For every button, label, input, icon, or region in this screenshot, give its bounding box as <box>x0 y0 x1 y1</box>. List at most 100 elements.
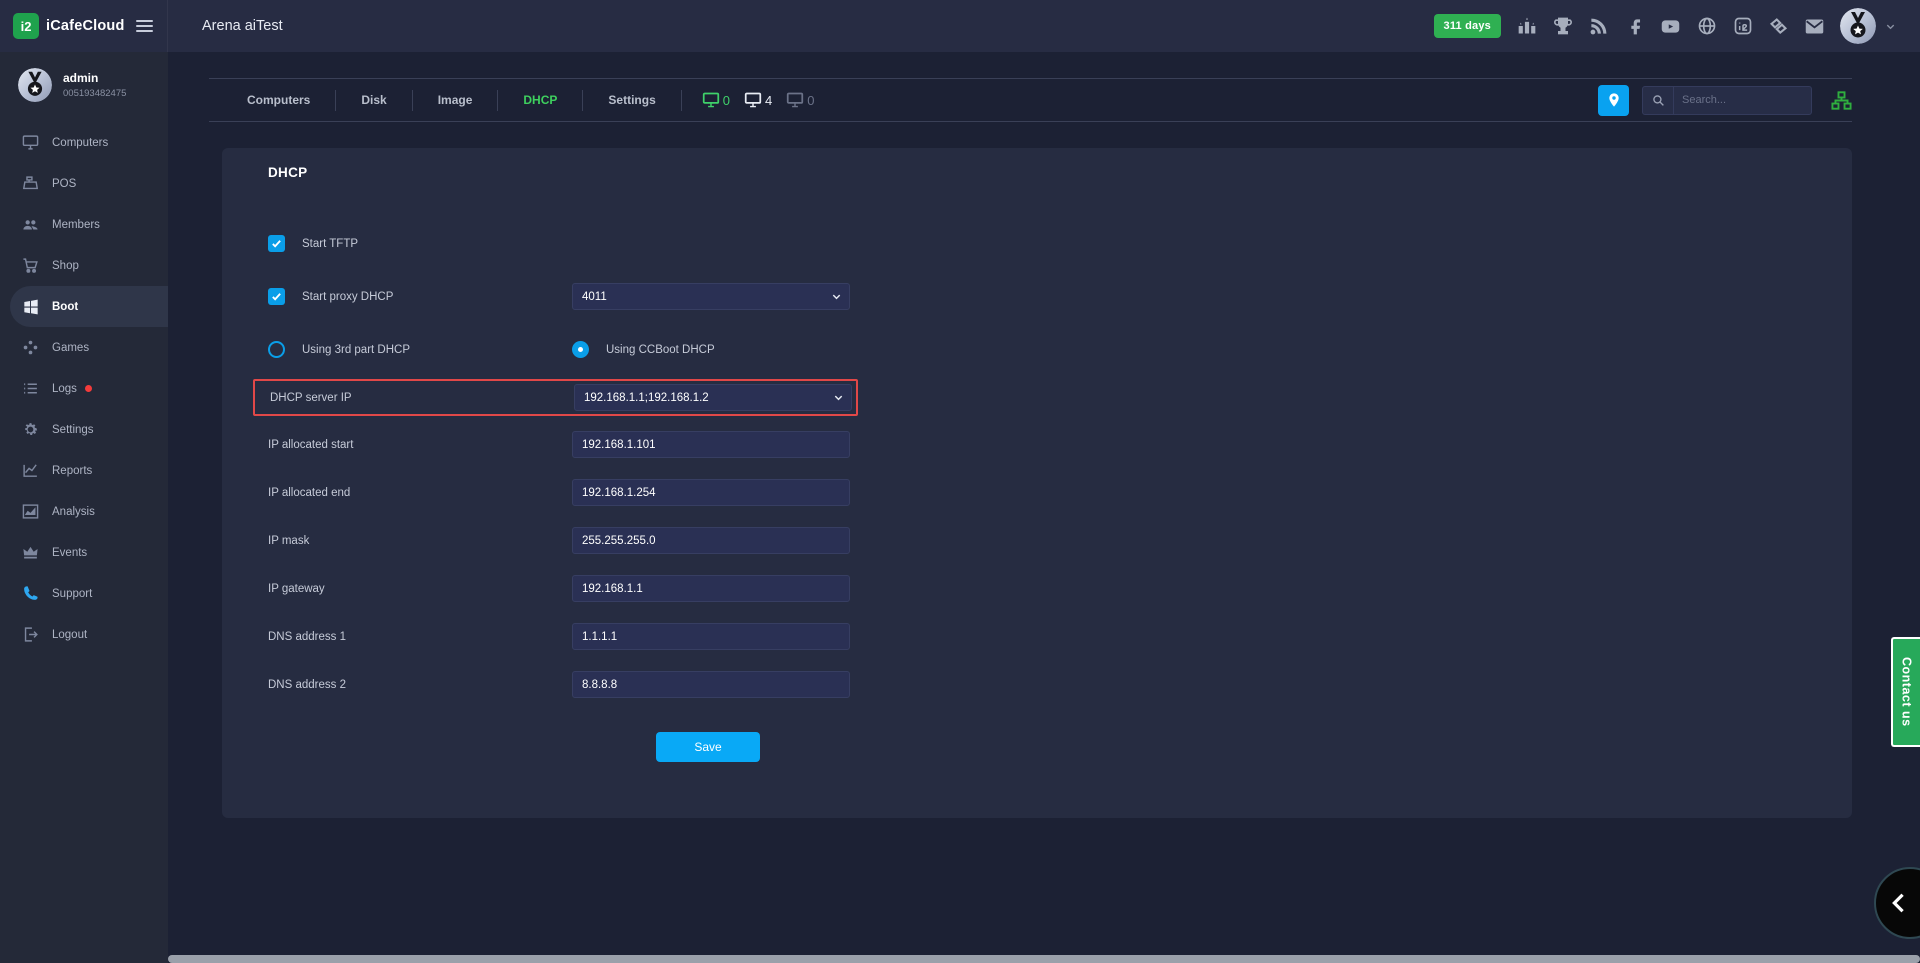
offline-pc-counter[interactable]: 0 <box>786 92 814 108</box>
brand-name: iCafeCloud <box>46 18 125 34</box>
tab-dhcp[interactable]: DHCP <box>498 90 583 111</box>
sidebar-item-settings[interactable]: Settings <box>0 409 168 450</box>
dns-address-1-input[interactable] <box>572 623 850 650</box>
topbar-right: 311 days <box>1434 8 1920 44</box>
sidebar-item-boot[interactable]: Boot <box>10 286 168 327</box>
ip-allocated-end-row: IP allocated end <box>268 479 1852 506</box>
ccboot-dhcp-radio[interactable] <box>572 341 589 358</box>
trophy-icon[interactable] <box>1552 16 1573 37</box>
rss-icon[interactable] <box>1588 16 1609 37</box>
dns-address-1-label: DNS address 1 <box>268 631 572 643</box>
dns-address-1-row: DNS address 1 <box>268 623 1852 650</box>
monitor-offline-icon <box>786 92 804 108</box>
main-area: Computers Disk Image DHCP Settings 0 4 0 <box>168 52 1920 963</box>
layers-icon[interactable] <box>1768 16 1789 37</box>
cart-icon <box>22 257 39 274</box>
sidebar-item-support[interactable]: Support <box>0 573 168 614</box>
check-icon <box>271 291 282 302</box>
ip-gateway-row: IP gateway <box>268 575 1852 602</box>
search-input[interactable] <box>1674 94 1804 106</box>
search-box <box>1642 86 1812 115</box>
start-tftp-checkbox[interactable] <box>268 235 285 252</box>
sidebar-item-logout[interactable]: Logout <box>0 614 168 655</box>
contact-us-tab[interactable]: Contact us <box>1891 637 1920 747</box>
network-deploy-icon[interactable] <box>1831 91 1852 110</box>
days-remaining-badge[interactable]: 311 days <box>1434 14 1501 38</box>
tab-disk[interactable]: Disk <box>336 90 412 111</box>
windows-icon <box>22 298 39 315</box>
ip-mask-input[interactable] <box>572 527 850 554</box>
sidebar-item-members[interactable]: Members <box>0 204 168 245</box>
dns-address-2-input[interactable] <box>572 671 850 698</box>
ccboot-dhcp-label: Using CCBoot DHCP <box>606 344 715 356</box>
line-chart-icon <box>22 462 39 479</box>
ip-allocated-start-input[interactable] <box>572 431 850 458</box>
ip-gateway-input[interactable] <box>572 575 850 602</box>
ip-mask-label: IP mask <box>268 535 572 547</box>
save-button[interactable]: Save <box>656 732 760 762</box>
hamburger-menu-icon[interactable] <box>136 17 153 35</box>
pin-icon <box>1606 92 1622 108</box>
members-icon <box>22 216 39 233</box>
youtube-icon[interactable] <box>1660 16 1681 37</box>
brand-area: i2 iCafeCloud <box>0 0 168 52</box>
icafe-icon[interactable] <box>1732 16 1753 37</box>
sidebar-item-logs[interactable]: Logs <box>0 368 168 409</box>
sidebar-item-games[interactable]: Games <box>0 327 168 368</box>
start-proxy-dhcp-checkbox[interactable] <box>268 288 285 305</box>
sidebar-item-events[interactable]: Events <box>0 532 168 573</box>
dhcp-server-ip-row: DHCP server IP 192.168.1.1;192.168.1.2 <box>253 379 858 416</box>
logout-icon <box>22 626 39 643</box>
ip-mask-row: IP mask <box>268 527 1852 554</box>
ip-allocated-start-label: IP allocated start <box>268 439 572 451</box>
horizontal-scrollbar[interactable] <box>168 955 1920 963</box>
mail-icon[interactable] <box>1804 16 1825 37</box>
chevron-down-icon <box>831 291 842 302</box>
logs-alert-dot <box>85 385 92 392</box>
total-pc-counter[interactable]: 4 <box>744 92 772 108</box>
ranking-icon[interactable] <box>1516 16 1537 37</box>
ip-allocated-end-input[interactable] <box>572 479 850 506</box>
third-party-dhcp-label: Using 3rd part DHCP <box>302 344 410 356</box>
sidebar: admin 005193482475 Computers POS Members… <box>0 52 168 963</box>
games-icon <box>22 339 39 356</box>
tab-bar: Computers Disk Image DHCP Settings 0 4 0 <box>209 78 1852 122</box>
dhcp-server-ip-label: DHCP server IP <box>270 392 574 404</box>
tab-controls <box>1598 85 1852 116</box>
monitor-icon <box>22 134 39 151</box>
search-icon[interactable] <box>1643 87 1674 114</box>
sidebar-item-reports[interactable]: Reports <box>0 450 168 491</box>
scrollbar-thumb[interactable] <box>168 955 1920 963</box>
globe-icon[interactable] <box>1696 16 1717 37</box>
dhcp-server-ip-select[interactable]: 192.168.1.1;192.168.1.2 <box>574 384 852 411</box>
page-title: Arena aiTest <box>202 18 283 34</box>
sidebar-nav: Computers POS Members Shop Boot Games Lo… <box>0 122 168 655</box>
user-avatar[interactable] <box>1840 8 1876 44</box>
third-party-dhcp-radio[interactable] <box>268 341 285 358</box>
monitor-online-icon <box>702 92 720 108</box>
dhcp-card: DHCP Start TFTP Start proxy DHCP <box>222 148 1852 818</box>
sidebar-item-analysis[interactable]: Analysis <box>0 491 168 532</box>
logs-icon <box>22 380 39 397</box>
user-id: 005193482475 <box>63 88 126 99</box>
chevron-down-icon <box>833 392 844 403</box>
facebook-icon[interactable] <box>1624 16 1645 37</box>
tab-settings[interactable]: Settings <box>583 90 681 111</box>
location-pin-button[interactable] <box>1598 85 1629 116</box>
sidebar-item-computers[interactable]: Computers <box>0 122 168 163</box>
tab-computers[interactable]: Computers <box>222 90 336 111</box>
proxy-port-select[interactable]: 4011 <box>572 283 850 310</box>
sidebar-item-shop[interactable]: Shop <box>0 245 168 286</box>
start-proxy-dhcp-row: Start proxy DHCP 4011 <box>268 283 1852 310</box>
icafecloud-logo-icon[interactable]: i2 <box>13 13 39 39</box>
tab-image[interactable]: Image <box>413 90 499 111</box>
sidebar-item-pos[interactable]: POS <box>0 163 168 204</box>
sidebar-avatar[interactable] <box>18 68 52 102</box>
dns-address-2-row: DNS address 2 <box>268 671 1852 698</box>
chevron-down-icon[interactable] <box>1885 21 1896 32</box>
dhcp-mode-row: Using 3rd part DHCP Using CCBoot DHCP <box>268 336 1852 363</box>
online-pc-counter[interactable]: 0 <box>702 92 730 108</box>
top-bar: i2 iCafeCloud Arena aiTest 311 days <box>0 0 1920 52</box>
chevron-left-icon <box>1890 892 1906 914</box>
ip-gateway-label: IP gateway <box>268 583 572 595</box>
